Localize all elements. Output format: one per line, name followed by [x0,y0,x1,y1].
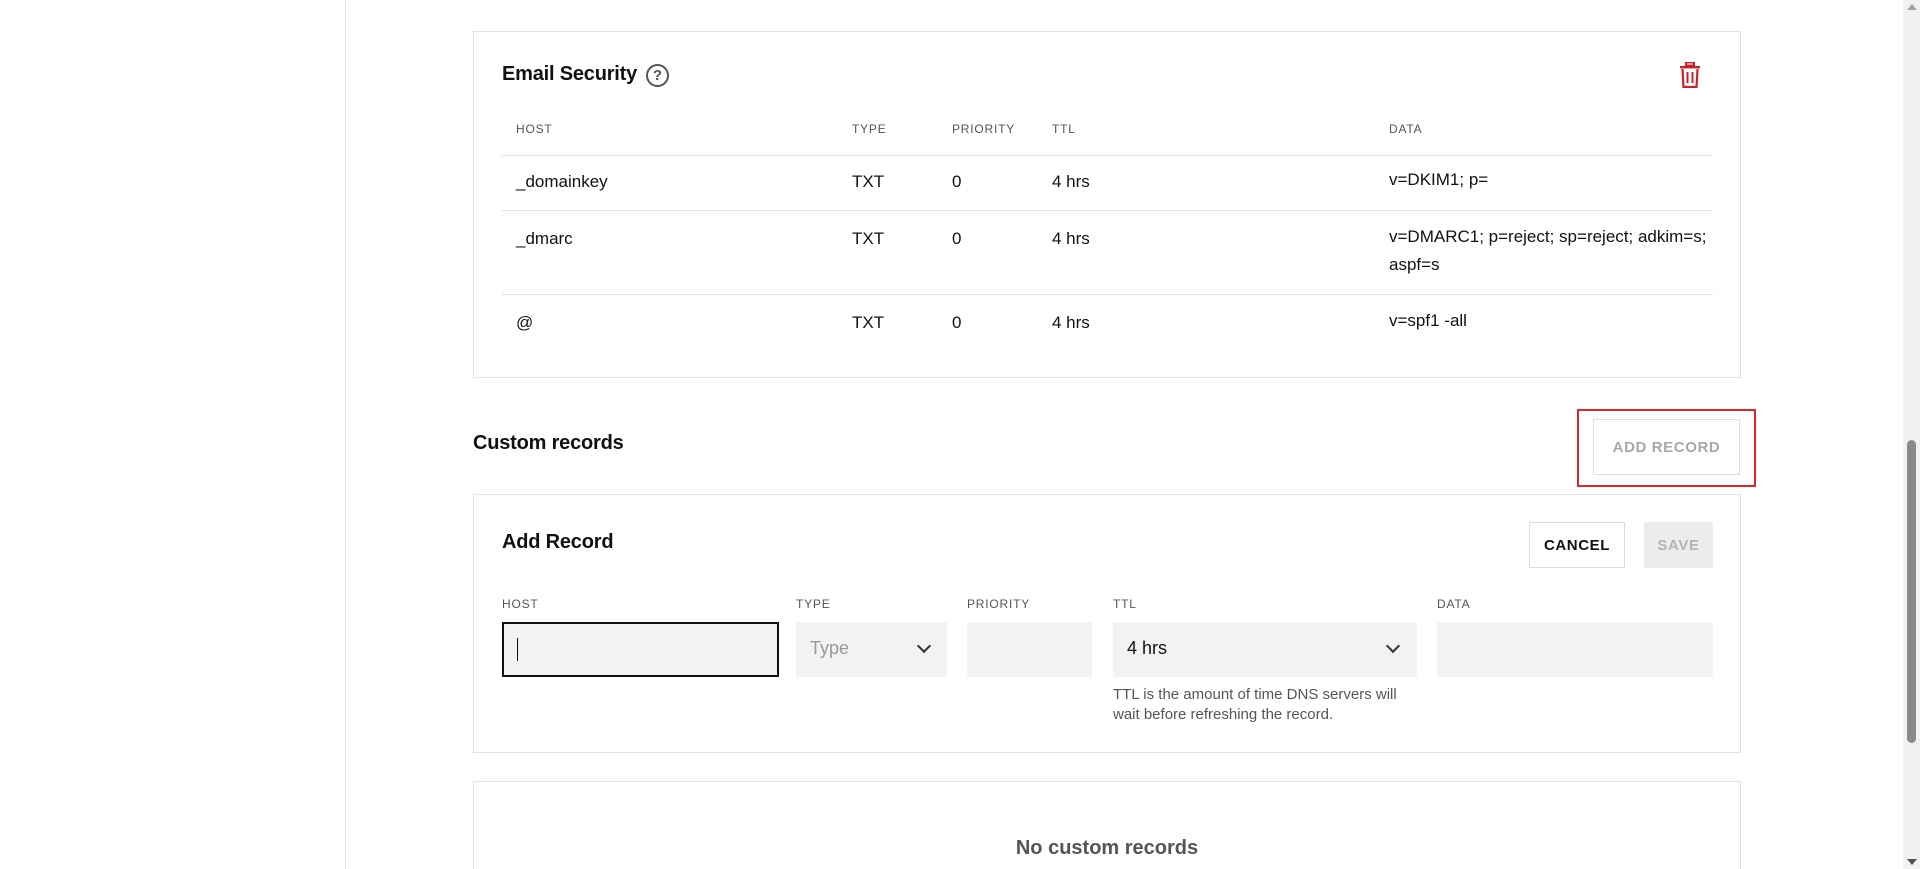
row-ttl: 4 hrs [1052,313,1090,332]
ttl-select-value: 4 hrs [1127,638,1168,658]
scroll-up-arrow-icon[interactable] [1907,4,1917,10]
row-data: v=DKIM1; p= [1389,170,1489,189]
ttl-select[interactable]: 4 hrs [1113,622,1417,677]
scrollbar-thumb[interactable] [1907,440,1916,743]
row-ttl: 4 hrs [1052,172,1090,191]
table-row-divider [502,210,1713,211]
row-type: TXT [852,229,885,248]
empty-state-text: No custom records [1015,837,1199,859]
row-host: @ [516,313,534,332]
column-header-data: DATA [1389,122,1423,136]
text-caret [517,638,518,661]
column-header-host: HOST [516,122,553,136]
column-header-ttl: TTL [1052,122,1076,136]
chevron-down-icon [1385,638,1401,654]
table-row-divider [502,155,1713,156]
row-host: _dmarc [516,229,573,248]
type-select-placeholder: Type [810,638,850,658]
priority-label: PRIORITY [967,597,1031,611]
table-row-divider [502,294,1713,295]
scrollbar[interactable] [1903,0,1920,869]
custom-records-empty-panel: No custom records [473,781,1741,869]
row-host: _domainkey [516,172,608,191]
custom-records-title: Custom records [473,432,624,454]
type-label: TYPE [796,597,831,611]
chevron-down-icon [916,638,932,654]
host-input[interactable] [502,622,779,677]
add-record-panel: Add Record CANCEL SAVE HOST TYPE PRIORIT… [473,494,1741,753]
cancel-button[interactable]: CANCEL [1529,522,1625,568]
help-icon[interactable]: ? [646,64,669,87]
type-select[interactable]: Type [796,622,947,677]
data-input[interactable] [1437,622,1713,677]
row-data: v=spf1 -all [1389,311,1467,330]
ttl-label: TTL [1113,597,1137,611]
host-label: HOST [502,597,539,611]
row-type: TXT [852,313,885,332]
row-priority: 0 [952,313,962,332]
row-type: TXT [852,172,885,191]
data-label: DATA [1437,597,1471,611]
scroll-down-arrow-icon[interactable] [1907,859,1917,865]
email-security-title: Email Security [502,63,638,85]
add-record-title: Add Record [502,531,614,553]
save-button[interactable]: SAVE [1644,522,1713,568]
left-divider [345,0,346,869]
priority-input[interactable] [967,622,1092,677]
row-data: v=DMARC1; p=reject; sp=reject; adkim=s; … [1389,227,1707,274]
email-security-panel: Email Security ? HOST TYPE PRIORITY TTL … [473,31,1741,378]
column-header-priority: PRIORITY [952,122,1016,136]
ttl-help-text: TTL is the amount of time DNS servers wi… [1113,686,1397,723]
column-header-type: TYPE [852,122,887,136]
trash-icon[interactable] [1678,62,1702,88]
add-record-button[interactable]: ADD RECORD [1593,419,1740,475]
row-priority: 0 [952,229,962,248]
row-ttl: 4 hrs [1052,229,1090,248]
row-priority: 0 [952,172,962,191]
